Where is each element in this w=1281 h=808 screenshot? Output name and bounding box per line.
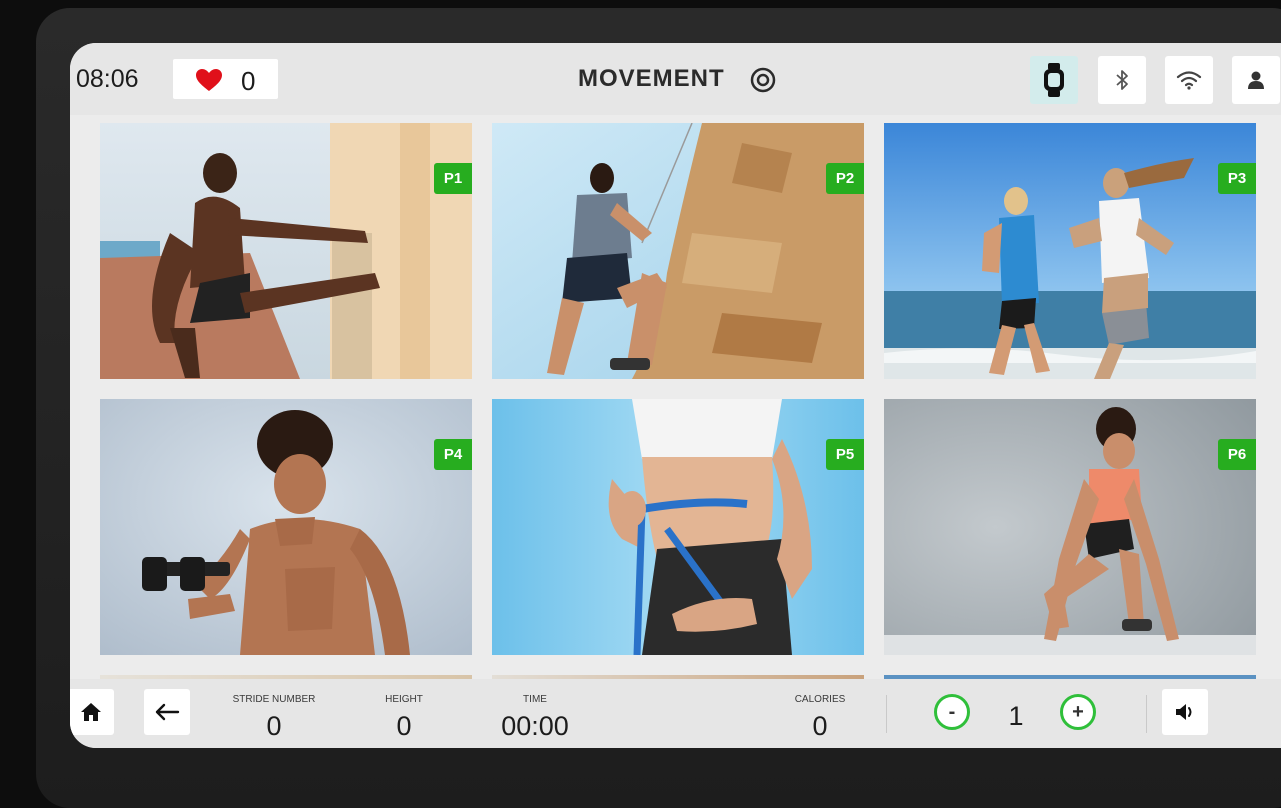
- height-value: 0: [396, 711, 412, 741]
- divider: [886, 695, 887, 733]
- program-image-p5: [492, 399, 864, 655]
- back-button[interactable]: [144, 689, 190, 735]
- program-tile-p3[interactable]: P3: [884, 123, 1256, 379]
- divider: [1146, 695, 1147, 733]
- program-badge-p3: P3: [1218, 163, 1256, 194]
- brand-logo-icon: [750, 67, 776, 93]
- program-badge-p1: P1: [434, 163, 472, 194]
- program-badge-p4: P4: [434, 439, 472, 470]
- program-image-p2: [492, 123, 864, 379]
- level-plus-button[interactable]: +: [1060, 694, 1096, 730]
- heart-rate-value: 0: [241, 66, 256, 96]
- time-label: TIME: [523, 694, 547, 705]
- speaker-icon: [1176, 704, 1192, 720]
- program-image-p6: [884, 399, 1256, 655]
- program-tile-p5[interactable]: P5: [492, 399, 864, 655]
- stride-label: STRIDE NUMBER: [232, 694, 316, 705]
- bluetooth-button[interactable]: [1098, 56, 1146, 104]
- home-icon: [81, 703, 101, 721]
- top-bar: 08:06 0 MOVEMENT: [70, 43, 1281, 115]
- plus-icon: +: [1072, 701, 1084, 723]
- watch-button[interactable]: [1030, 56, 1078, 104]
- program-badge-p2: P2: [826, 163, 864, 194]
- calories-label: CALORIES: [794, 694, 846, 705]
- program-tile-p4[interactable]: P4: [100, 399, 472, 655]
- home-button[interactable]: [70, 689, 114, 735]
- program-badge-p5: P5: [826, 439, 864, 470]
- calories-value: 0: [812, 711, 828, 741]
- bottom-bar: STRIDE NUMBER 0 HEIGHT 0 TIME 00:00 CALO…: [70, 679, 1281, 748]
- wifi-icon: [1176, 71, 1202, 90]
- clock: 08:06: [76, 65, 139, 93]
- height-label: HEIGHT: [385, 694, 423, 705]
- minus-icon: -: [948, 701, 956, 723]
- program-tile-p1[interactable]: P1: [100, 123, 472, 379]
- heart-rate-display: 0: [173, 59, 278, 99]
- arrow-left-icon: [155, 703, 180, 721]
- wifi-button[interactable]: [1165, 56, 1213, 104]
- program-tile-p2[interactable]: P2: [492, 123, 864, 379]
- level-minus-button[interactable]: -: [934, 694, 970, 730]
- stride-value: 0: [266, 711, 282, 741]
- program-image-p1: [100, 123, 472, 379]
- program-image-p4: [100, 399, 472, 655]
- program-image-p3: [884, 123, 1256, 379]
- user-button[interactable]: [1232, 56, 1280, 104]
- brand-name: MOVEMENT: [578, 65, 725, 92]
- touch-screen: 08:06 0 MOVEMENT P1 P2 P3 P4 P5 P6 STRID…: [70, 43, 1281, 748]
- time-value: 00:00: [501, 711, 569, 741]
- user-icon: [1248, 71, 1264, 89]
- program-tile-p6[interactable]: P6: [884, 399, 1256, 655]
- heart-icon: [196, 69, 222, 91]
- bluetooth-icon: [1116, 70, 1128, 90]
- watch-icon: [1044, 63, 1064, 97]
- level-value: 1: [1008, 701, 1024, 731]
- volume-button[interactable]: [1162, 689, 1208, 735]
- program-badge-p6: P6: [1218, 439, 1256, 470]
